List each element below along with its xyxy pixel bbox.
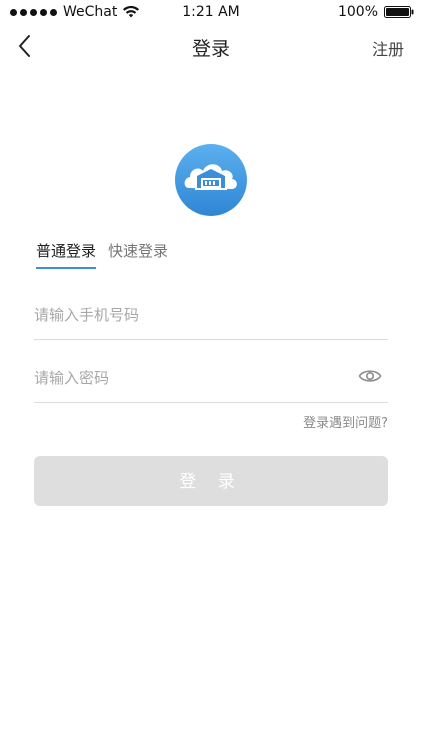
nav-bar: 登录 注册: [0, 24, 422, 68]
tab-quick-login[interactable]: 快速登录: [108, 240, 168, 269]
phone-input[interactable]: [34, 295, 334, 335]
register-link[interactable]: 注册: [372, 36, 404, 60]
password-input[interactable]: [34, 358, 334, 398]
tab-normal-login[interactable]: 普通登录: [36, 240, 97, 269]
password-field: [34, 354, 388, 403]
warehouse-cloud-logo: [175, 144, 247, 216]
login-button[interactable]: 登 录: [34, 456, 388, 506]
battery-percent: 100%: [337, 4, 378, 20]
phone-field: [34, 291, 388, 340]
chevron-left-icon[interactable]: [14, 32, 38, 60]
login-screen: WeChat 1:21 AM 100% 登录 注册 普通登录 快速登录 请输入手…: [0, 0, 422, 750]
login-help-link[interactable]: 登录遇到问题?: [303, 412, 388, 431]
status-right: 100%: [338, 4, 414, 20]
battery-icon: [384, 6, 414, 18]
status-bar: WeChat 1:21 AM 100%: [0, 0, 422, 24]
page-title: 登录: [191, 38, 230, 60]
login-mode-tabs: 普通登录 快速登录: [36, 240, 168, 269]
eye-icon[interactable]: [358, 367, 382, 385]
